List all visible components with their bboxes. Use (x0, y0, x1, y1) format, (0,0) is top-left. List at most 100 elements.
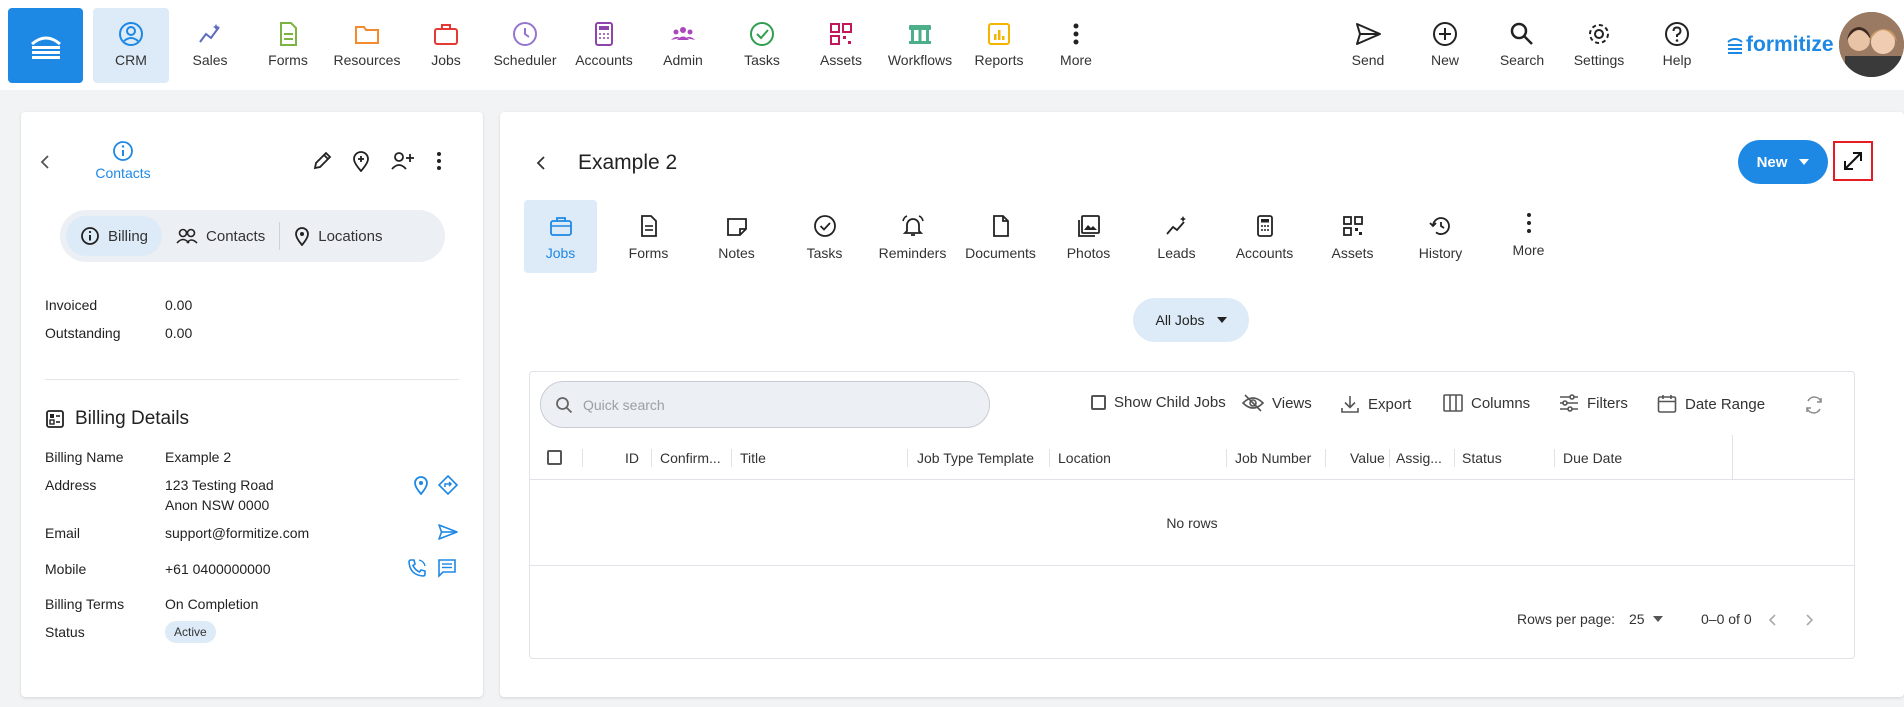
column-separator (582, 449, 583, 467)
sms-button[interactable] (436, 557, 458, 579)
next-page-button[interactable] (1801, 611, 1819, 629)
quick-search-input[interactable] (583, 396, 963, 413)
nav-reports[interactable]: Reports (961, 8, 1037, 83)
column-header-location[interactable]: Location (1058, 450, 1111, 466)
segment-billing[interactable]: Billing (66, 216, 163, 256)
map-location-button[interactable] (410, 474, 432, 496)
reports-icon (988, 23, 1010, 45)
send-email-button[interactable] (436, 521, 460, 543)
contacts-link-label: Contacts (95, 165, 151, 181)
calendar-icon (1657, 395, 1677, 413)
app-logo[interactable] (8, 8, 83, 83)
tab-documents[interactable]: Documents (964, 200, 1037, 273)
nav-crm[interactable]: CRM (93, 8, 169, 83)
tab-leads[interactable]: Leads (1140, 200, 1213, 273)
rows-per-page-value: 25 (1629, 611, 1645, 627)
previous-page-button[interactable] (1763, 611, 1781, 629)
tab-assets[interactable]: Assets (1316, 200, 1389, 273)
select-all-checkbox[interactable] (547, 450, 562, 465)
views-button[interactable]: Views (1242, 394, 1312, 412)
column-header-job-number[interactable]: Job Number (1235, 450, 1311, 466)
columns-button[interactable]: Columns (1443, 394, 1530, 412)
nav-assets[interactable]: Assets (803, 8, 879, 83)
nav-forms[interactable]: Forms (250, 8, 326, 83)
new-button[interactable]: New (1738, 140, 1828, 184)
tab-forms[interactable]: Forms (612, 200, 685, 273)
directions-button[interactable] (437, 474, 459, 496)
show-child-jobs-checkbox[interactable] (1091, 395, 1106, 410)
tab-history[interactable]: History (1404, 200, 1477, 273)
nav-resources[interactable]: Resources (329, 8, 405, 83)
nav-label: Reports (974, 52, 1024, 68)
status-label: Status (45, 624, 85, 640)
mobile-value[interactable]: +61 0400000000 (165, 561, 271, 577)
column-header-value[interactable]: Value (1350, 450, 1385, 466)
add-contact-button[interactable] (388, 148, 416, 174)
column-header-confirmed[interactable]: Confirm... (660, 450, 721, 466)
nav-label: CRM (115, 52, 147, 68)
tab-photos[interactable]: Photos (1052, 200, 1125, 273)
jobs-panel: Example 2 New Jobs Forms Notes Tasks Rem… (500, 112, 1904, 697)
column-separator (731, 449, 732, 467)
column-header-assigned[interactable]: Assig... (1396, 450, 1442, 466)
nav-accounts[interactable]: Accounts (566, 8, 642, 83)
nav-sales[interactable]: Sales (172, 8, 248, 83)
nav-scheduler[interactable]: Scheduler (487, 8, 563, 83)
tab-jobs[interactable]: Jobs (524, 200, 597, 273)
nav-label: More (1060, 52, 1092, 68)
user-avatar[interactable] (1839, 12, 1904, 77)
add-location-button[interactable] (348, 148, 374, 174)
brand-logo[interactable]: formitize (1726, 33, 1834, 57)
caret-down-icon (1216, 317, 1227, 323)
date-range-button[interactable]: Date Range (1657, 394, 1765, 414)
nav-help[interactable]: Help (1639, 8, 1715, 83)
column-header-job-type-template[interactable]: Job Type Template (917, 450, 1034, 466)
back-button[interactable] (531, 153, 551, 173)
nav-label: Scheduler (493, 52, 557, 68)
columns-icon (1443, 394, 1463, 412)
export-button[interactable]: Export (1340, 394, 1411, 414)
caret-down-icon (1799, 159, 1810, 165)
tab-tasks[interactable]: Tasks (788, 200, 861, 273)
expand-button[interactable] (1833, 141, 1873, 181)
call-button[interactable] (406, 557, 428, 579)
back-button[interactable] (35, 152, 55, 172)
billing-name-value: Example 2 (165, 449, 232, 465)
download-icon (1341, 396, 1359, 413)
tab-more[interactable]: More (1492, 200, 1565, 273)
rows-per-page-label: Rows per page: (1517, 611, 1616, 627)
nav-settings[interactable]: Settings (1561, 8, 1637, 83)
nav-jobs[interactable]: Jobs (408, 8, 484, 83)
column-separator (907, 449, 908, 467)
contacts-link[interactable]: Contacts (73, 140, 173, 181)
column-header-title[interactable]: Title (740, 450, 766, 466)
nav-send[interactable]: Send (1330, 8, 1406, 83)
tab-reminders[interactable]: Reminders (876, 200, 949, 273)
nav-workflows[interactable]: Workflows (882, 8, 958, 83)
column-header-id[interactable]: ID (625, 450, 639, 466)
tab-label: More (1512, 242, 1545, 258)
tab-notes[interactable]: Notes (700, 200, 773, 273)
column-header-status[interactable]: Status (1462, 450, 1502, 466)
nav-tasks[interactable]: Tasks (724, 8, 800, 83)
filters-button[interactable]: Filters (1559, 394, 1628, 412)
email-value[interactable]: support@formitize.com (165, 525, 309, 541)
nav-new[interactable]: New (1407, 8, 1483, 83)
jobs-filter-dropdown[interactable]: All Jobs (1133, 298, 1249, 342)
column-separator (1049, 449, 1050, 467)
more-options-button[interactable] (429, 148, 449, 174)
billing-terms-value: On Completion (165, 596, 259, 612)
nav-more[interactable]: More (1038, 8, 1114, 83)
tab-accounts[interactable]: Accounts (1228, 200, 1301, 273)
refresh-button[interactable] (1804, 396, 1824, 414)
nav-admin[interactable]: Admin (645, 8, 721, 83)
nav-search[interactable]: Search (1484, 8, 1560, 83)
segment-locations[interactable]: Locations (280, 216, 396, 256)
rows-per-page-select[interactable]: 25 (1629, 611, 1663, 627)
notes-icon (726, 218, 747, 236)
show-child-jobs-toggle[interactable]: Show Child Jobs (1091, 394, 1226, 411)
edit-button[interactable] (309, 148, 335, 174)
column-header-due-date[interactable]: Due Date (1563, 450, 1622, 466)
segment-contacts[interactable]: Contacts (162, 216, 279, 256)
location-pin-icon (295, 227, 310, 246)
